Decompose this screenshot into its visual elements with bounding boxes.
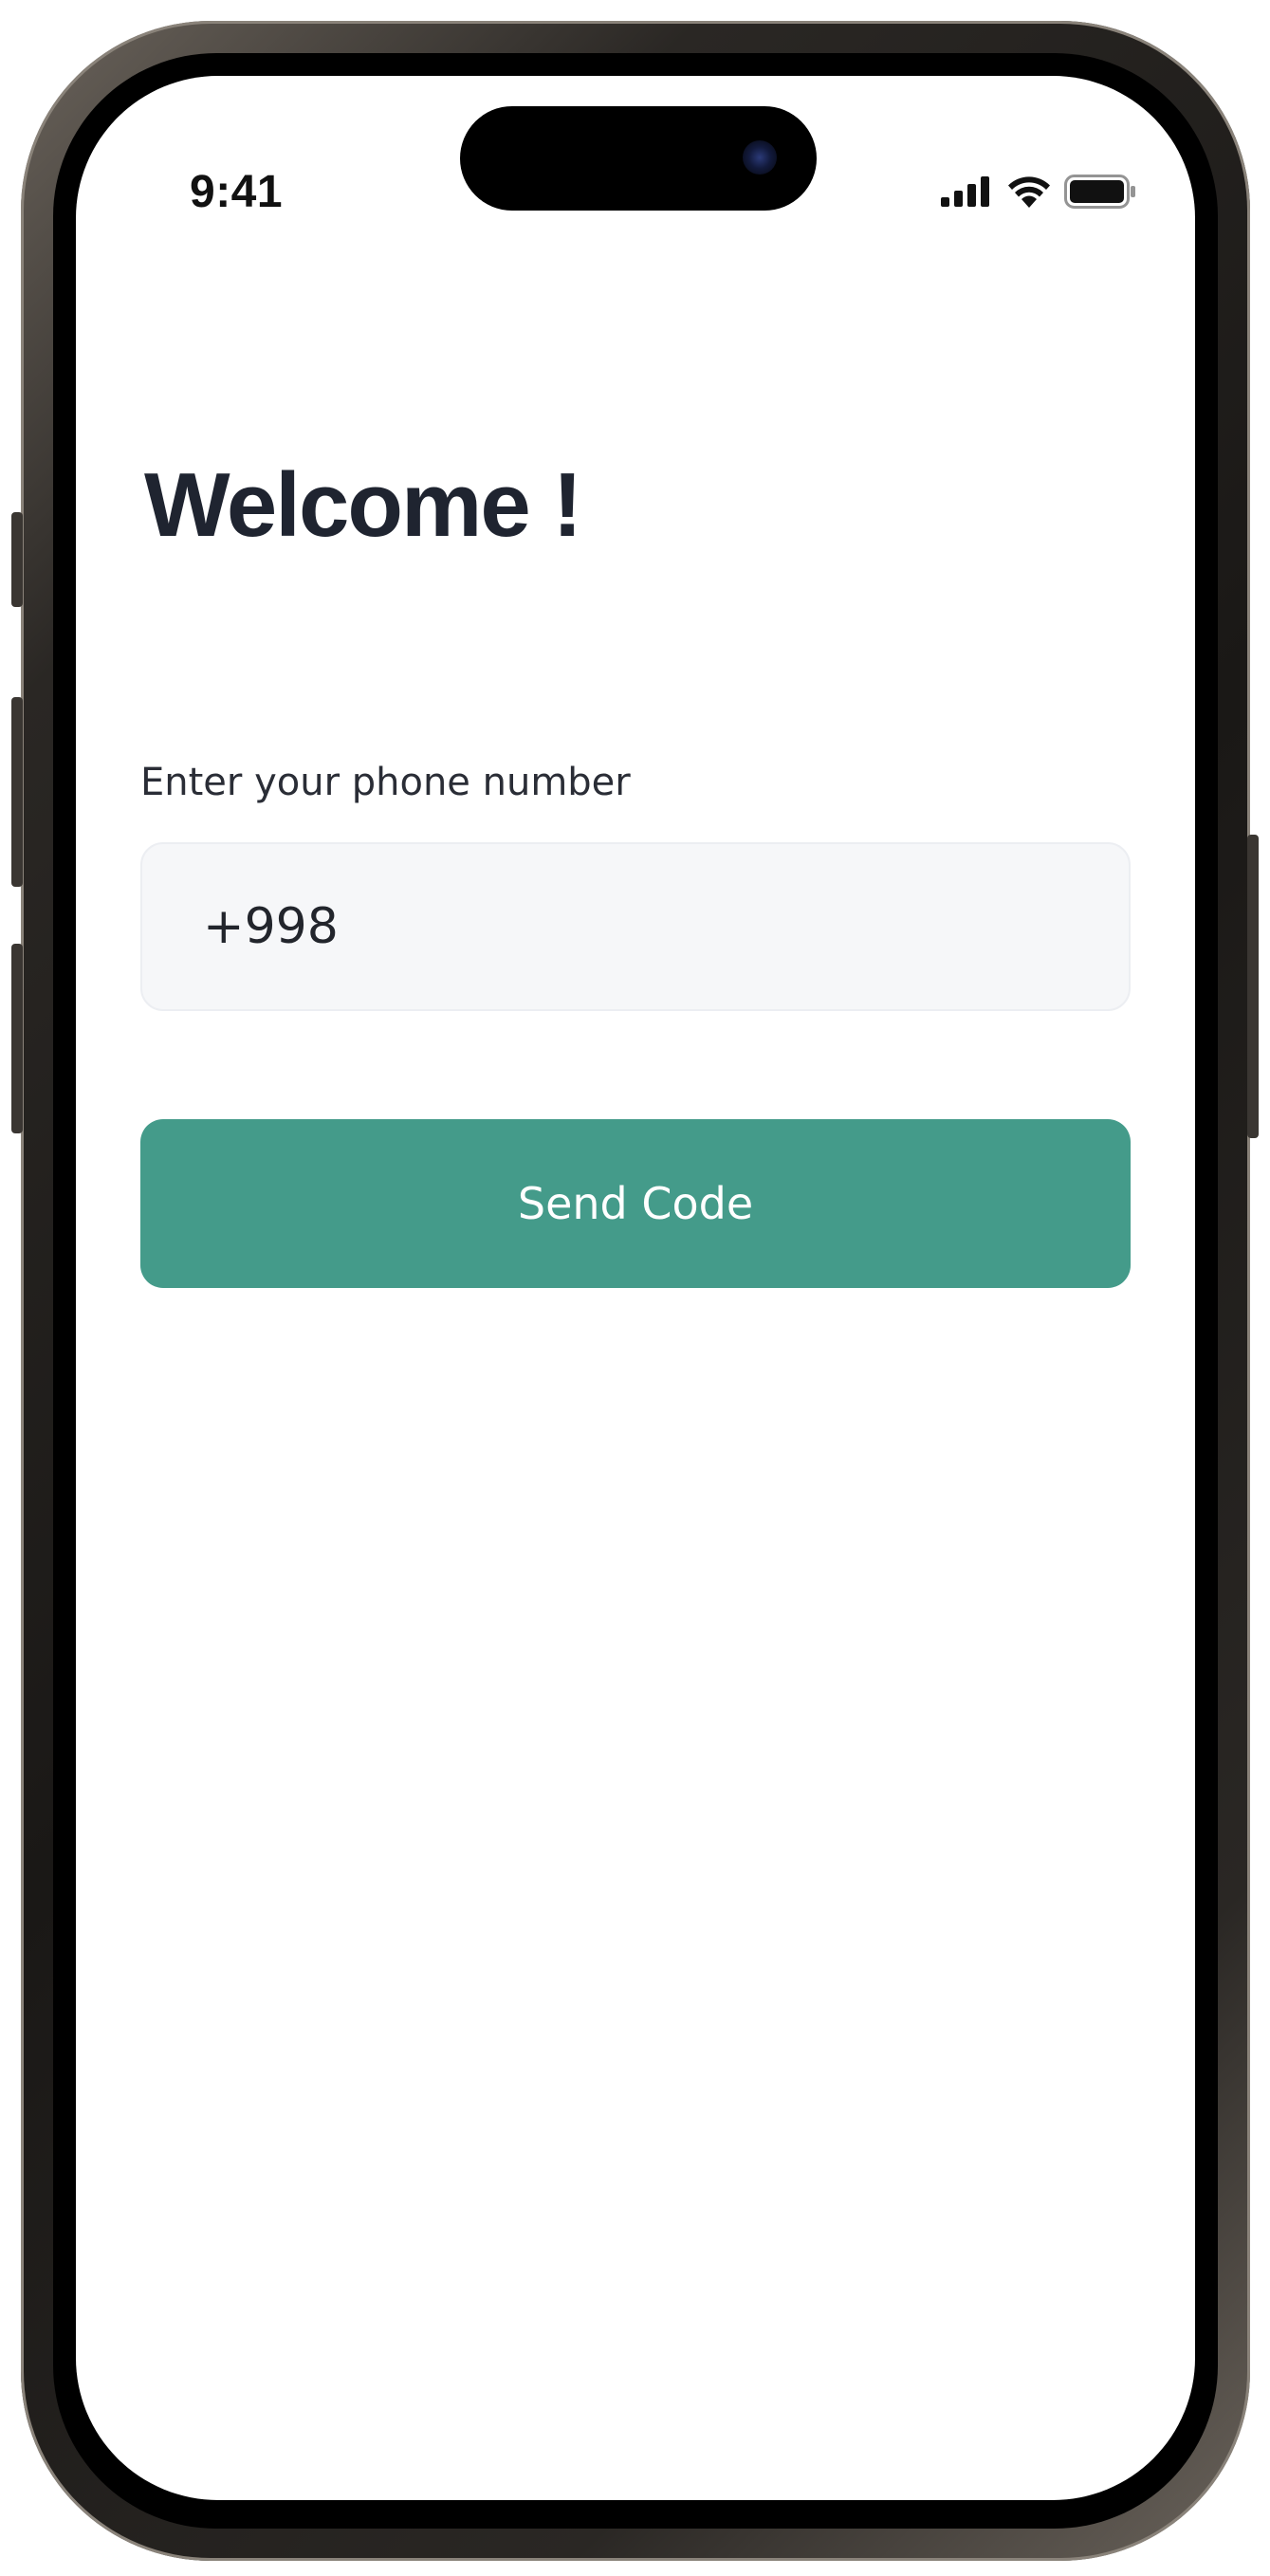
power-button bbox=[1247, 835, 1259, 1138]
front-camera-icon bbox=[743, 140, 777, 175]
phone-number-input[interactable] bbox=[140, 842, 1131, 1011]
status-time: 9:41 bbox=[190, 167, 284, 217]
battery-icon bbox=[1064, 175, 1136, 209]
phone-number-label: Enter your phone number bbox=[140, 761, 631, 804]
app-screen: 9:41 Welcome ! Enter your phone number +… bbox=[76, 76, 1195, 2500]
page-title: Welcome ! bbox=[144, 454, 582, 556]
send-code-button[interactable]: Send Code bbox=[140, 1119, 1131, 1288]
volume-up-button bbox=[11, 697, 23, 887]
status-icons bbox=[941, 171, 1136, 212]
volume-down-button bbox=[11, 944, 23, 1133]
dynamic-island bbox=[460, 106, 817, 211]
cellular-signal-icon bbox=[941, 176, 994, 207]
action-button bbox=[11, 512, 23, 607]
wifi-icon bbox=[1007, 175, 1051, 208]
